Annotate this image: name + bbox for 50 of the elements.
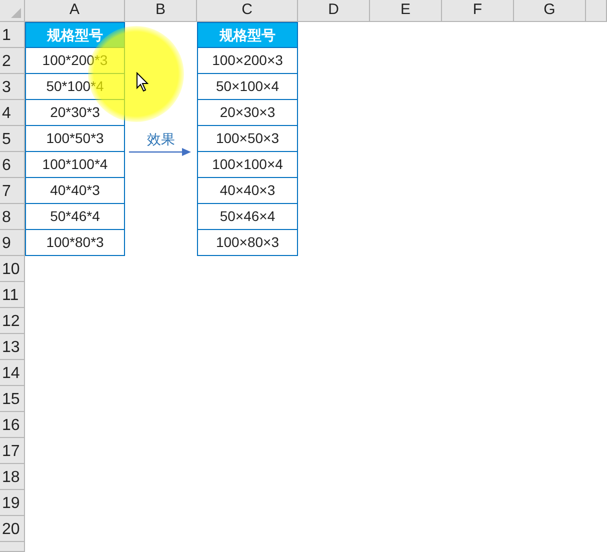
table-cell: 40×40×3: [197, 178, 298, 204]
row-header[interactable]: 18: [0, 464, 25, 490]
column-header[interactable]: E: [370, 0, 442, 22]
table-cell: 20*30*3: [25, 100, 125, 126]
table-cell: 50×46×4: [197, 204, 298, 230]
row-header[interactable]: 7: [0, 178, 25, 204]
table-cell: 100*100*4: [25, 152, 125, 178]
table-cell: 100×200×3: [197, 48, 298, 74]
column-header[interactable]: [586, 0, 607, 22]
row-header[interactable]: 11: [0, 282, 25, 308]
table-cell: 50×100×4: [197, 74, 298, 100]
header-cell: 规格型号: [197, 22, 298, 48]
column-header[interactable]: B: [125, 0, 197, 22]
table-cell: 100*50*3: [25, 126, 125, 152]
row-header[interactable]: 19: [0, 490, 25, 516]
row-header[interactable]: 1: [0, 22, 25, 48]
row-header[interactable]: [0, 542, 25, 552]
table-cell: 20×30×3: [197, 100, 298, 126]
table-cell: 100×100×4: [197, 152, 298, 178]
column-header[interactable]: D: [298, 0, 370, 22]
row-header[interactable]: 6: [0, 152, 25, 178]
row-header[interactable]: 16: [0, 412, 25, 438]
table-cell: 40*40*3: [25, 178, 125, 204]
column-header[interactable]: A: [25, 0, 125, 22]
column-header[interactable]: G: [514, 0, 586, 22]
row-header[interactable]: 9: [0, 230, 25, 256]
row-header[interactable]: 5: [0, 126, 25, 152]
column-header[interactable]: F: [442, 0, 514, 22]
row-header[interactable]: 13: [0, 334, 25, 360]
row-header[interactable]: 15: [0, 386, 25, 412]
row-header[interactable]: 4: [0, 100, 25, 126]
row-header[interactable]: 2: [0, 48, 25, 74]
row-header[interactable]: 17: [0, 438, 25, 464]
corner-triangle-icon: [11, 8, 21, 18]
row-header[interactable]: 20: [0, 516, 25, 542]
row-header[interactable]: 12: [0, 308, 25, 334]
annotation-label: 效果: [147, 130, 175, 148]
row-header[interactable]: 8: [0, 204, 25, 230]
table-cell: 100×80×3: [197, 230, 298, 256]
select-all-corner[interactable]: [0, 0, 25, 22]
row-header[interactable]: 3: [0, 74, 25, 100]
table-cell: 100*80*3: [25, 230, 125, 256]
row-header[interactable]: 10: [0, 256, 25, 282]
row-header[interactable]: 14: [0, 360, 25, 386]
column-header[interactable]: C: [197, 0, 298, 22]
header-cell: 规格型号: [25, 22, 125, 48]
cursor-icon: [136, 72, 150, 93]
table-cell: 50*46*4: [25, 204, 125, 230]
arrow: [129, 147, 191, 157]
table-cell: 100×50×3: [197, 126, 298, 152]
